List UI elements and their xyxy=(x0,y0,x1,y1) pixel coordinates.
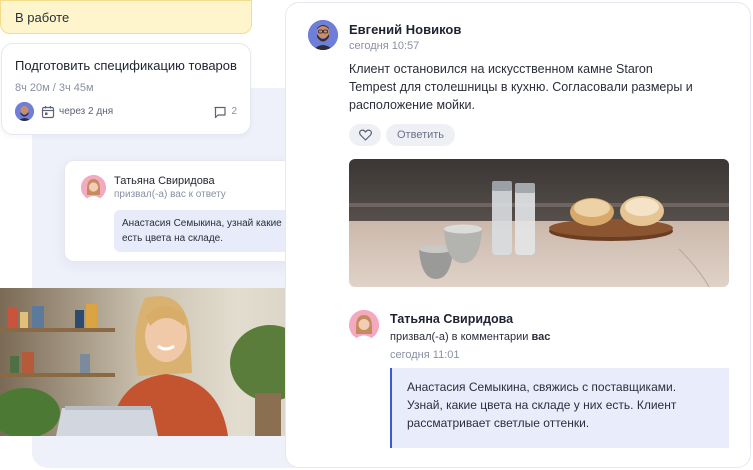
mention-text: Анастасия Семыкина, узнай какие есть цве… xyxy=(114,210,301,252)
message-timestamp: сегодня 11:01 xyxy=(390,349,460,361)
author-avatar[interactable] xyxy=(308,20,338,50)
kitchen-photo[interactable] xyxy=(349,159,729,287)
task-due: через 2 дня xyxy=(59,106,114,117)
message-text: Клиент остановился на искусственном камн… xyxy=(349,62,693,112)
message-timestamp: сегодня 10:57 xyxy=(349,40,420,52)
calendar-icon xyxy=(41,105,55,118)
reply-button[interactable]: Ответить xyxy=(386,124,456,146)
message-author[interactable]: Татьяна Свиридова xyxy=(390,312,513,326)
message-author[interactable]: Евгений Новиков xyxy=(349,22,461,37)
heart-icon xyxy=(358,129,372,141)
mention-avatar xyxy=(81,175,106,200)
like-button[interactable] xyxy=(349,124,381,146)
author-avatar[interactable] xyxy=(349,310,379,340)
mention-notification[interactable]: Татьяна Свиридова призвал(-а) вас к отве… xyxy=(64,160,316,262)
mention-action-line: призвал(-а) в комментарии вас xyxy=(390,331,550,343)
mention-action: призвал(-а) вас к ответу xyxy=(114,189,226,200)
quoted-comment: Анастасия Семыкина, свяжись с поставщика… xyxy=(390,368,729,448)
action-text: призвал(-а) в комментарии xyxy=(390,331,529,343)
mention-author: Татьяна Свиридова xyxy=(114,175,215,187)
status-column-header[interactable]: В работе xyxy=(0,0,252,34)
task-title: Подготовить спецификацию товаров xyxy=(15,58,237,73)
chat-panel: Евгений Новиков сегодня 10:57 Клиент ост… xyxy=(285,2,751,468)
comment-count: 2 xyxy=(231,106,237,117)
assignee-avatar[interactable] xyxy=(15,102,34,121)
action-target: вас xyxy=(531,331,551,343)
comment-icon xyxy=(214,106,227,118)
status-label: В работе xyxy=(15,10,70,25)
task-card[interactable]: Подготовить спецификацию товаров 8ч 20м … xyxy=(1,43,251,135)
woman-photo xyxy=(0,288,316,436)
task-time-tracked: 8ч 20м / 3ч 45м xyxy=(15,82,94,94)
